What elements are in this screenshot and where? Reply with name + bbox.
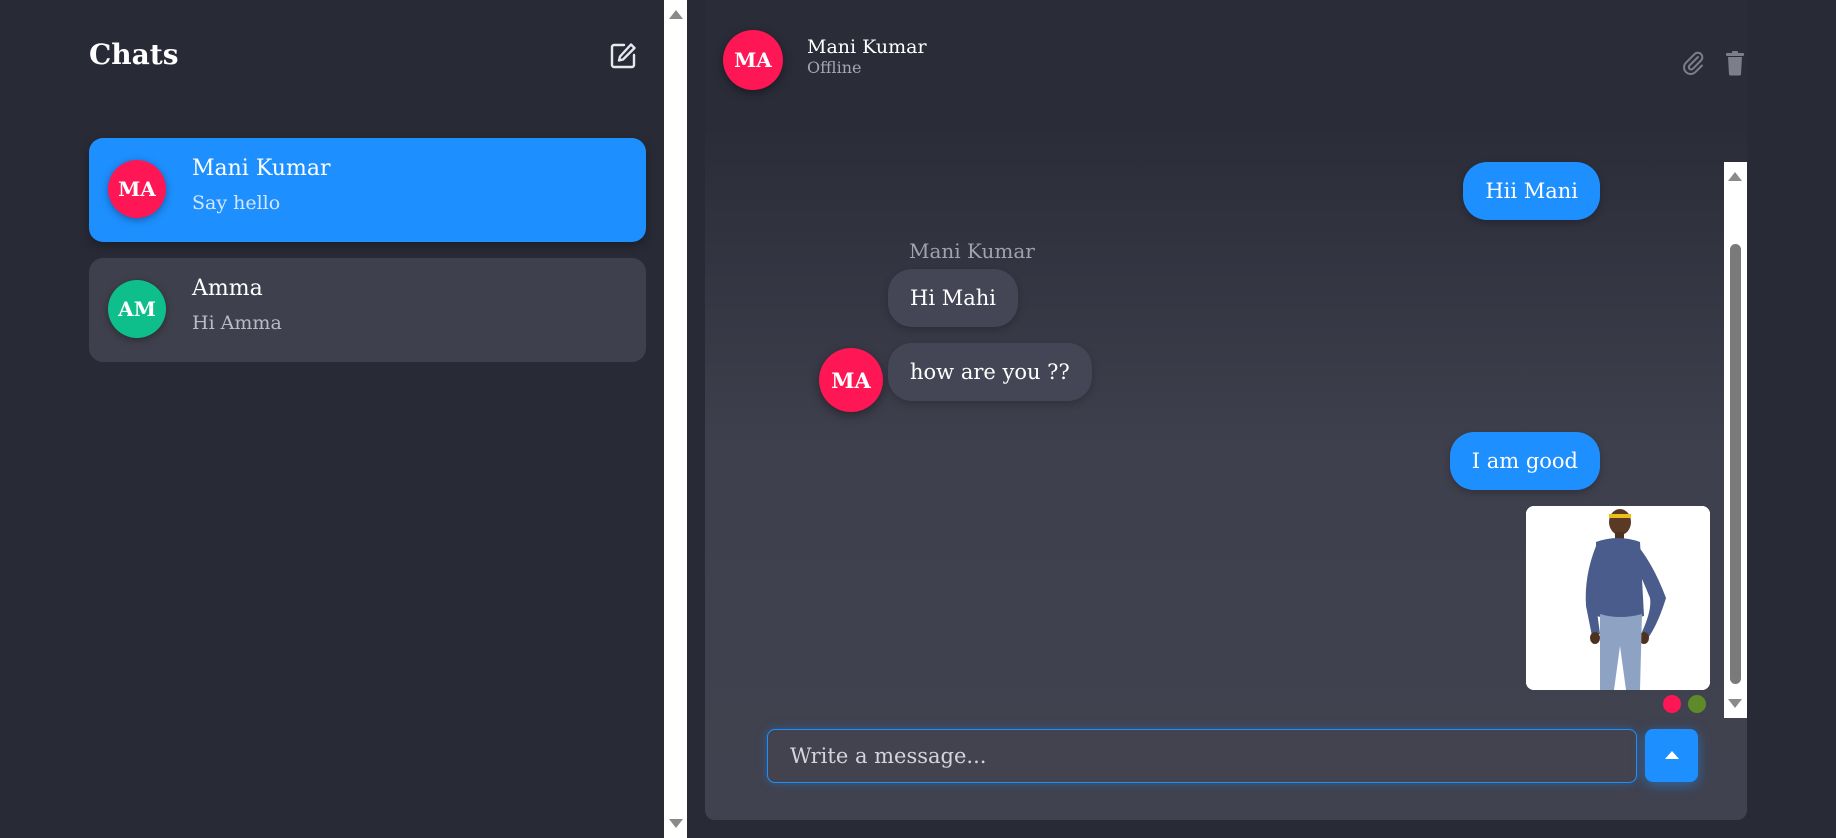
chat-item-preview: Say hello (192, 192, 281, 214)
chat-item-name: Mani Kumar (192, 156, 331, 181)
chat-panel: MA Mani Kumar Offline Hii Mani Mani Kuma… (705, 0, 1747, 820)
send-button[interactable] (1645, 729, 1698, 782)
chat-item-mani-kumar[interactable]: MA Mani Kumar Say hello (89, 138, 646, 242)
scroll-down-arrow-icon[interactable] (1728, 699, 1742, 708)
sidebar-scrollbar[interactable] (664, 0, 687, 838)
message-bubble-incoming: how are you ?? (888, 343, 1092, 401)
scrollbar-thumb[interactable] (1730, 244, 1741, 684)
message-scrollbar[interactable] (1724, 162, 1747, 718)
message-bubble-outgoing: Hii Mani (1463, 162, 1600, 220)
message-avatar: MA (819, 348, 883, 412)
header-contact-name: Mani Kumar (807, 36, 927, 58)
trash-icon[interactable] (1724, 50, 1748, 76)
avatar: AM (108, 280, 166, 338)
scroll-down-arrow-icon[interactable] (669, 819, 683, 828)
avatar: MA (108, 160, 166, 218)
reaction-dot-red[interactable] (1663, 695, 1681, 713)
reaction-dot-green[interactable] (1688, 695, 1706, 713)
scroll-up-arrow-icon[interactable] (1728, 172, 1742, 181)
sidebar-title: Chats (89, 38, 179, 71)
compose-icon[interactable] (608, 41, 638, 71)
header-contact-status: Offline (807, 58, 862, 77)
chat-sidebar: Chats MA Mani Kumar Say hello AM Amma Hi… (0, 0, 664, 838)
message-bubble-incoming: Hi Mahi (888, 269, 1018, 327)
message-list[interactable]: Hii Mani Mani Kumar Hi Mahi MA how are y… (755, 162, 1710, 717)
chat-item-name: Amma (192, 276, 263, 301)
image-message[interactable] (1526, 506, 1710, 690)
send-icon (1665, 751, 1679, 759)
message-input[interactable]: Write a message... (767, 729, 1637, 783)
scroll-up-arrow-icon[interactable] (669, 10, 683, 19)
message-sender-name: Mani Kumar (909, 239, 1035, 263)
paperclip-icon[interactable] (1681, 50, 1705, 76)
chat-item-preview: Hi Amma (192, 312, 282, 334)
message-bubble-outgoing: I am good (1449, 432, 1600, 490)
chat-item-amma[interactable]: AM Amma Hi Amma (89, 258, 646, 362)
header-avatar: MA (723, 30, 783, 90)
